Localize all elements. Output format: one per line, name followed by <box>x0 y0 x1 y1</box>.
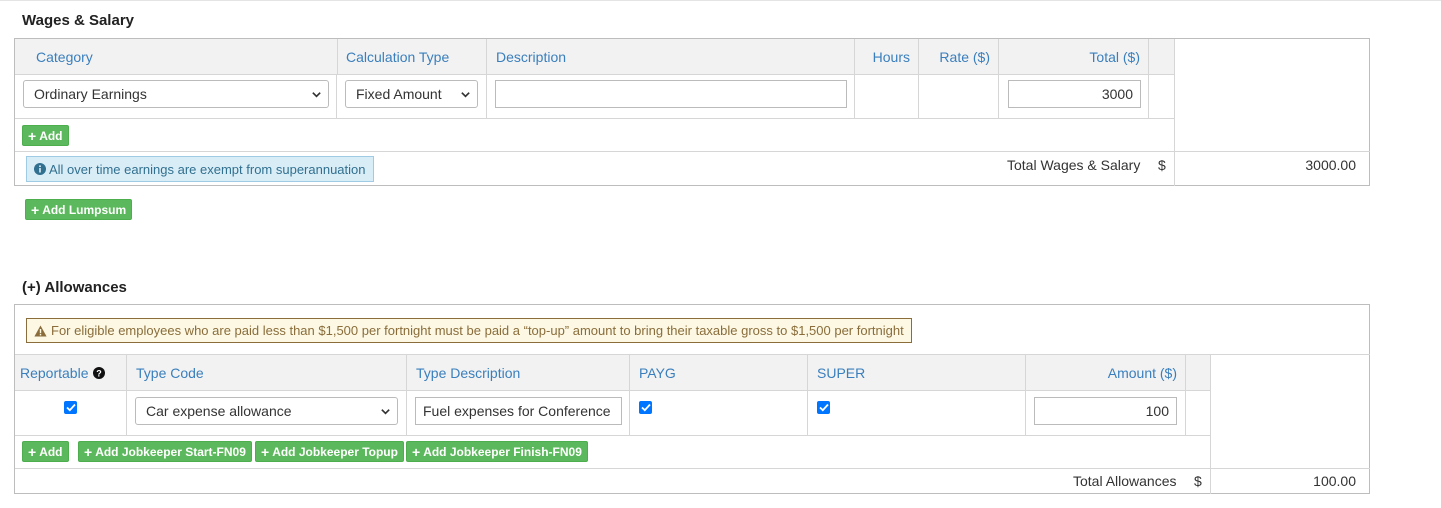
plus-icon: + <box>261 443 270 460</box>
wages-add-button[interactable]: + Add <box>22 125 69 146</box>
allowances-add-button[interactable]: + Add <box>22 441 69 462</box>
allowances-add-label: Add <box>39 444 63 459</box>
allowances-table-header: Reportable ? Type Code Type Description … <box>15 355 1211 391</box>
allowances-total-col-divider <box>1210 468 1211 494</box>
super-checkbox[interactable] <box>817 401 830 414</box>
check-icon <box>640 403 651 412</box>
total-allowances-label: Total Allowances <box>1073 473 1177 489</box>
total-wages-value: 3000.00 <box>1305 157 1356 173</box>
col-category: Category <box>36 48 93 65</box>
cell-rate <box>919 75 999 118</box>
col-type-description: Type Description <box>407 355 630 390</box>
check-icon <box>65 403 76 412</box>
add-jobkeeper-start-button[interactable]: + Add Jobkeeper Start-FN09 <box>78 441 252 462</box>
calc-type-select-value: Fixed Amount <box>356 86 442 102</box>
wages-total-divider <box>15 151 1370 152</box>
chevron-down-icon <box>312 92 321 98</box>
add-jobkeeper-topup-button[interactable]: + Add Jobkeeper Topup <box>255 441 404 462</box>
add-jobkeeper-start-label: Add Jobkeeper Start-FN09 <box>95 444 246 459</box>
allowance-row: Car expense allowance Fuel expenses for … <box>15 391 1211 436</box>
amount-input[interactable]: 100 <box>1034 397 1177 425</box>
warning-triangle-icon <box>34 325 47 336</box>
top-divider <box>0 0 1441 1</box>
plus-icon: + <box>28 127 37 144</box>
col-reportable-label: Reportable <box>20 364 89 381</box>
col-type-code: Type Code <box>127 355 407 390</box>
overtime-info-alert: All over time earnings are exempt from s… <box>26 156 374 182</box>
chevron-down-icon <box>381 409 390 415</box>
plus-icon: + <box>31 201 40 218</box>
col-payg: PAYG <box>630 355 808 390</box>
plus-icon: + <box>84 443 93 460</box>
calc-type-select[interactable]: Fixed Amount <box>345 80 478 108</box>
description-input[interactable] <box>495 80 847 108</box>
total-wages-label: Total Wages & Salary <box>1007 157 1141 173</box>
allowances-total-divider <box>15 468 1370 469</box>
allowances-panel: For eligible employees who are paid less… <box>14 304 1370 494</box>
col-calc-type: Calculation Type <box>337 39 487 74</box>
allowances-section-title: (+) Allowances <box>22 279 127 296</box>
question-circle-icon[interactable]: ? <box>92 366 105 379</box>
wages-panel: Category Calculation Type Description Ho… <box>14 38 1370 186</box>
add-lumpsum-button[interactable]: + Add Lumpsum <box>25 199 133 220</box>
type-code-select[interactable]: Car expense allowance <box>135 397 398 425</box>
cell-payg <box>630 391 808 435</box>
plus-icon: + <box>412 443 421 460</box>
check-icon <box>818 403 829 412</box>
total-wages-currency: $ <box>1158 157 1166 173</box>
type-description-input[interactable]: Fuel expenses for Conference <box>415 397 622 425</box>
overtime-info-text: All over time earnings are exempt from s… <box>49 161 366 177</box>
topup-warning-alert: For eligible employees who are paid less… <box>26 318 912 343</box>
total-input[interactable]: 3000 <box>1008 80 1141 108</box>
topup-warning-text: For eligible employees who are paid less… <box>51 323 904 338</box>
col-hours: Hours <box>855 39 919 74</box>
col-total: Total ($) <box>999 39 1149 74</box>
wages-table-header: Category Calculation Type Description Ho… <box>15 39 1175 75</box>
wages-row: Ordinary Earnings Fixed Amount 3000 <box>15 75 1175 119</box>
wages-add-label: Add <box>39 128 63 143</box>
category-select-value: Ordinary Earnings <box>34 86 147 102</box>
total-allowances-currency: $ <box>1194 473 1202 489</box>
reportable-checkbox[interactable] <box>64 401 77 414</box>
chevron-down-icon <box>461 92 470 98</box>
add-lumpsum-label: Add Lumpsum <box>42 202 127 217</box>
plus-icon: + <box>28 443 37 460</box>
payg-checkbox[interactable] <box>639 401 652 414</box>
add-jobkeeper-finish-button[interactable]: + Add Jobkeeper Finish-FN09 <box>406 441 588 462</box>
cell-super <box>808 391 1026 435</box>
add-jobkeeper-finish-label: Add Jobkeeper Finish-FN09 <box>423 444 582 459</box>
cell-hours <box>855 75 919 118</box>
col-super: SUPER <box>808 355 1026 390</box>
svg-text:?: ? <box>96 368 102 378</box>
wages-section-title: Wages & Salary <box>22 12 134 29</box>
type-code-select-value: Car expense allowance <box>146 403 292 419</box>
category-select[interactable]: Ordinary Earnings <box>23 80 329 108</box>
col-description: Description <box>487 39 855 74</box>
col-amount: Amount ($) <box>1026 355 1186 390</box>
total-allowances-value: 100.00 <box>1313 473 1356 489</box>
info-circle-icon <box>34 163 46 175</box>
col-reportable: Reportable ? <box>15 355 127 390</box>
add-jobkeeper-topup-label: Add Jobkeeper Topup <box>272 444 398 459</box>
col-rate: Rate ($) <box>919 39 999 74</box>
wages-total-col-divider <box>1174 151 1175 186</box>
